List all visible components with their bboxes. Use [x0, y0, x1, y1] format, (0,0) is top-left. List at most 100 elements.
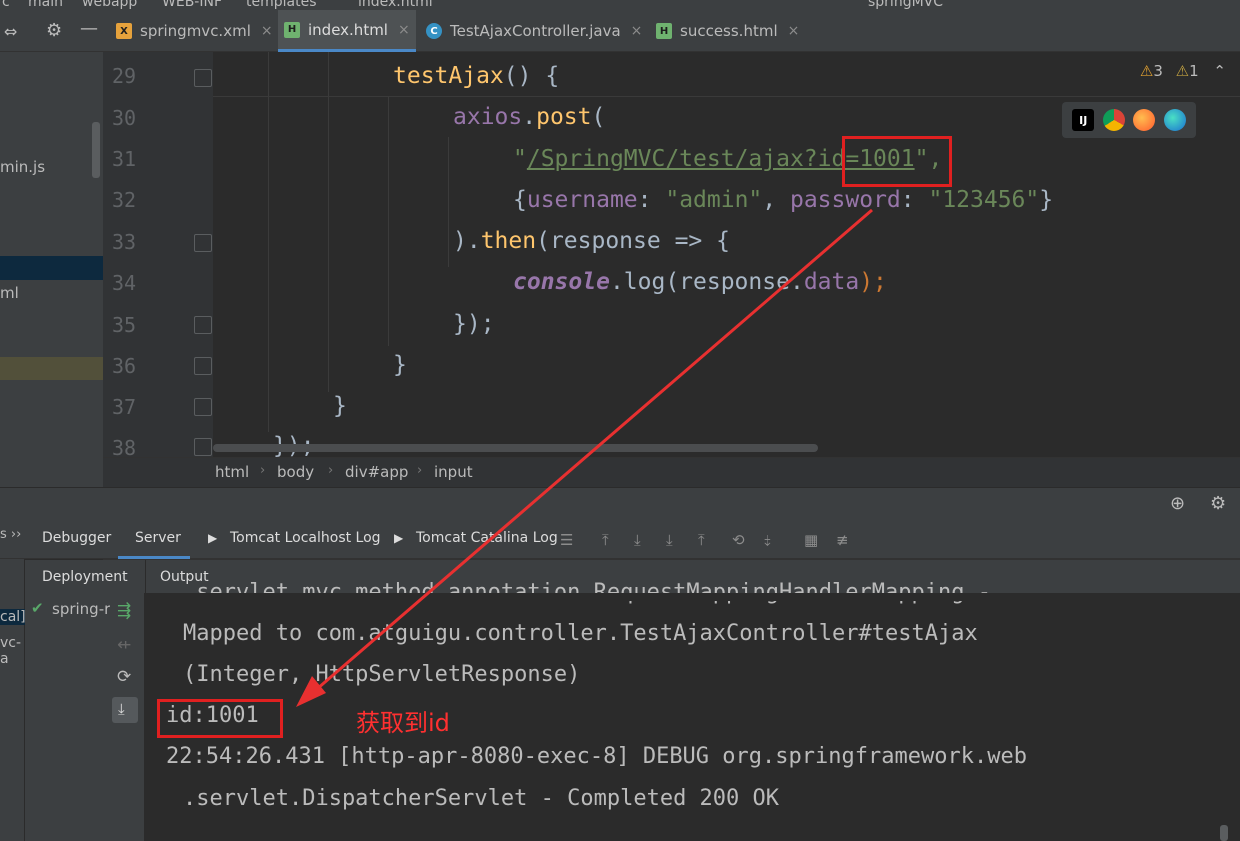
line-number: 37 — [112, 395, 137, 419]
highlighted-row[interactable] — [0, 357, 103, 380]
check-icon: ✔ — [31, 599, 44, 617]
crumb-templates[interactable]: templates — [246, 0, 317, 10]
firefox-icon[interactable] — [1133, 109, 1156, 131]
code-token: console — [513, 269, 610, 295]
crumb-input[interactable]: input — [434, 463, 473, 481]
settings-list-icon[interactable]: ≢ — [836, 531, 849, 549]
line-number: 34 — [112, 271, 137, 295]
deployment-item[interactable]: spring-r — [52, 600, 110, 618]
minimize-icon[interactable]: — — [80, 18, 98, 39]
code-token: data — [803, 269, 860, 295]
chevron-right-icon: › — [328, 463, 334, 478]
line-number: 35 — [112, 313, 137, 337]
tab-springmvc-xml[interactable]: X springmvc.xml × — [110, 10, 274, 52]
close-icon[interactable]: × — [261, 23, 273, 39]
code-token: . — [522, 104, 537, 130]
code-line-29: testAjax() { — [393, 63, 559, 89]
fold-marker-icon[interactable] — [194, 69, 212, 87]
menu-icon[interactable]: ☰ — [560, 531, 573, 549]
code-token: username — [526, 187, 638, 213]
code-token: (response => { — [536, 228, 730, 254]
chevron-right-icon: › — [417, 463, 423, 478]
gear-icon[interactable]: ⚙ — [46, 20, 62, 41]
crumb-webapp[interactable]: webapp — [82, 0, 137, 10]
tree-item-cut[interactable]: cal] — [0, 609, 26, 625]
code-token: : — [637, 187, 666, 213]
intellij-icon[interactable]: IJ — [1072, 109, 1095, 131]
tab-success-html[interactable]: H success.html × — [650, 10, 800, 52]
fold-marker-icon[interactable] — [194, 398, 212, 416]
undeploy-icon[interactable]: ⇷ — [117, 635, 131, 655]
expand-icon[interactable]: s ›› — [0, 527, 21, 542]
html-file-icon: H — [656, 23, 672, 39]
project-scrollbar[interactable] — [92, 122, 100, 178]
tab-testajaxcontroller-java[interactable]: C TestAjaxController.java × — [420, 10, 648, 52]
tab-index-html[interactable]: H index.html × — [278, 10, 416, 52]
gear-icon[interactable]: ⚙ — [1210, 493, 1226, 514]
fold-marker-icon[interactable] — [194, 234, 212, 252]
close-icon[interactable]: × — [631, 23, 643, 39]
crumb-main[interactable]: main — [28, 0, 63, 10]
collapse-icon[interactable]: ⇔ — [4, 22, 17, 41]
selected-row[interactable] — [0, 256, 103, 280]
chevron-up-icon[interactable]: ⌃ — [1213, 62, 1226, 80]
close-icon[interactable]: × — [398, 22, 410, 38]
scroll-up-icon[interactable]: ⤒ — [602, 531, 609, 549]
console-icon: ▶ — [394, 531, 404, 545]
download-alt-icon[interactable]: ⤓ — [666, 531, 673, 549]
editor-horizontal-scrollbar[interactable] — [213, 444, 818, 452]
target-icon[interactable]: ⊕ — [1170, 493, 1185, 514]
code-token: () { — [503, 63, 560, 89]
inspection-widget[interactable]: ⚠3 ⚠1 ⌃ — [1140, 62, 1226, 80]
project-panel: min.js ml — [0, 52, 103, 488]
java-class-icon: C — [426, 23, 442, 39]
fold-marker-icon[interactable] — [194, 316, 212, 334]
code-token: , — [762, 187, 790, 213]
tab-server[interactable]: Server — [135, 530, 181, 546]
tree-item-cut[interactable]: vc-a — [0, 635, 24, 667]
code-token: "123456" — [928, 187, 1040, 213]
line-number: 31 — [112, 147, 137, 171]
crumb-web-inf[interactable]: WEB-INF — [162, 0, 222, 10]
code-token: ); — [859, 269, 887, 295]
crumb-index-html[interactable]: index.html — [358, 0, 433, 10]
scroll-to-end-icon: ⤓ — [118, 700, 125, 718]
crumb-body[interactable]: body — [277, 463, 314, 481]
crumb-html[interactable]: html — [215, 463, 249, 481]
code-token: ( — [591, 104, 606, 130]
code-line-34: console.log(response.data); — [513, 269, 887, 295]
code-token: { — [513, 187, 527, 213]
crumb-div-app[interactable]: div#app — [345, 463, 408, 481]
scroll-to-end-button[interactable] — [112, 697, 138, 723]
tab-tomcat-localhost-log[interactable]: Tomcat Localhost Log — [230, 530, 381, 546]
tab-tomcat-catalina-log[interactable]: Tomcat Catalina Log — [416, 530, 558, 546]
edge-icon[interactable] — [1163, 109, 1186, 131]
weak-warning-count: 1 — [1189, 62, 1199, 80]
fold-marker-icon[interactable] — [194, 438, 212, 456]
refresh-icon[interactable]: ⟳ — [117, 667, 131, 687]
output-line: (Integer, HttpServletResponse) — [183, 662, 581, 687]
code-token: ). — [453, 228, 481, 254]
run-config-select[interactable]: springMVC — [868, 0, 943, 10]
output-scrollbar[interactable] — [1220, 825, 1228, 841]
fold-marker-icon[interactable] — [194, 357, 212, 375]
project-item[interactable]: ml — [0, 284, 19, 302]
close-icon[interactable]: × — [788, 23, 800, 39]
table-icon[interactable]: ▦ — [804, 531, 818, 549]
project-item[interactable]: min.js — [0, 158, 45, 176]
output-line: 22:54:26.431 [http-apr-8080-exec-8] DEBU… — [166, 744, 1027, 769]
editor-tab-bar: ⇔ ⚙ — X springmvc.xml × H index.html × C… — [0, 10, 1240, 52]
tab-label: springmvc.xml — [140, 22, 251, 40]
services-tool-window-header: ⊕ ⚙ — [0, 487, 1240, 521]
download-icon[interactable]: ⤓ — [634, 531, 641, 549]
filter-icon[interactable]: ⤈ — [764, 531, 771, 549]
deploy-icon[interactable]: ⇶ — [117, 601, 131, 621]
tab-label: index.html — [308, 20, 388, 39]
browser-popup: IJ — [1062, 102, 1196, 138]
upload-icon[interactable]: ⤒ — [698, 531, 705, 549]
crumb-c[interactable]: c — [2, 0, 10, 10]
code-line-36: } — [393, 352, 407, 378]
sync-icon[interactable]: ⟲ — [732, 531, 745, 549]
tab-debugger[interactable]: Debugger — [42, 530, 111, 546]
chrome-icon[interactable] — [1102, 109, 1125, 131]
